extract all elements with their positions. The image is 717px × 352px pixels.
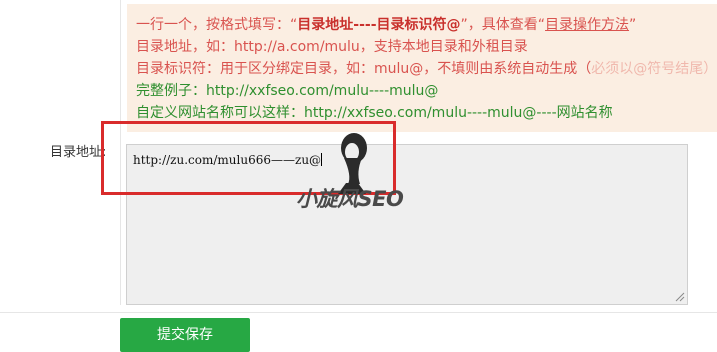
instruction-line-identifier: 目录标识符：用于区分绑定目录，如：mulu@，不填则由系统自动生成（必须以@符号… xyxy=(136,61,717,77)
directory-address-value: http://zu.com/mulu666——zu@ xyxy=(133,153,322,167)
directory-guide-link[interactable]: 目录操作方法 xyxy=(545,17,629,33)
left-panel xyxy=(0,0,120,338)
instruction-line-address: 目录地址，如：http://a.com/mulu，支持本地目录和外租目录 xyxy=(136,39,528,55)
form-divider xyxy=(0,312,717,313)
resize-handle-icon[interactable] xyxy=(675,292,685,302)
submit-save-button[interactable]: 提交保存 xyxy=(120,318,250,352)
instruction-line-full-example: 完整例子：http://xxfseo.com/mulu----mulu@ xyxy=(136,83,439,99)
format-example: 目录地址----目录标识符@ xyxy=(297,17,461,33)
format-instructions: 一行一个，按格式填写：“目录地址----目录标识符@”，具体查看“目录操作方法”… xyxy=(127,4,717,132)
panel-divider xyxy=(120,0,121,305)
identifier-hint: 必须以@符号结尾 xyxy=(591,61,704,77)
text-caret xyxy=(321,153,323,166)
watermark-text: 小旋风SEO xyxy=(296,187,404,211)
directory-address-textarea[interactable]: http://zu.com/mulu666——zu@ xyxy=(126,144,688,305)
directory-address-label: 目录地址: xyxy=(50,145,107,160)
instruction-line-site-name: 自定义网站名称可以这样：http://xxfseo.com/mulu----mu… xyxy=(136,105,613,121)
instruction-line-format: 一行一个，按格式填写：“目录地址----目录标识符@”，具体查看“目录操作方法” xyxy=(136,17,637,33)
